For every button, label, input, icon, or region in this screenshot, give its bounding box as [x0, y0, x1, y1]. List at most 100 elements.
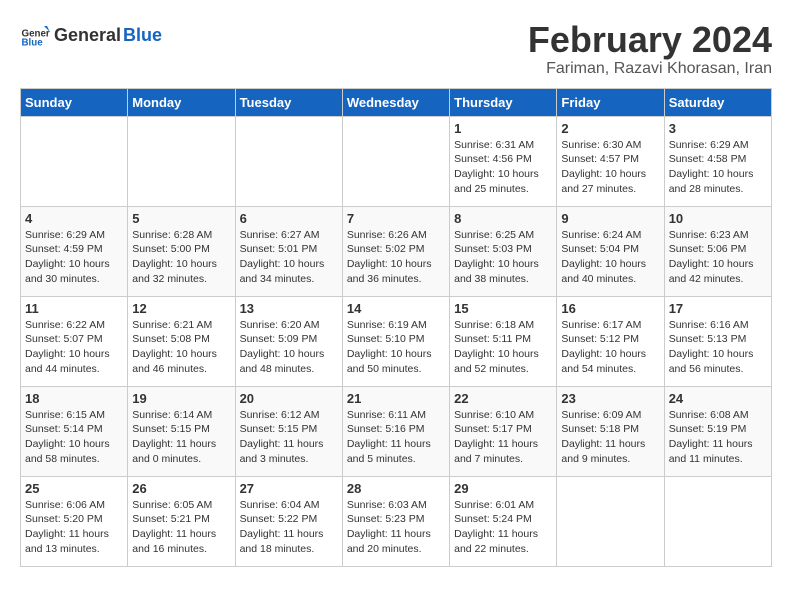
- calendar-cell: [664, 476, 771, 566]
- day-info: Sunrise: 6:21 AM Sunset: 5:08 PM Dayligh…: [132, 318, 230, 377]
- day-number: 27: [240, 481, 338, 496]
- calendar-cell: 16 Sunrise: 6:17 AM Sunset: 5:12 PM Dayli…: [557, 296, 664, 386]
- day-info: Sunrise: 6:27 AM Sunset: 5:01 PM Dayligh…: [240, 228, 338, 287]
- day-info: Sunrise: 6:23 AM Sunset: 5:06 PM Dayligh…: [669, 228, 767, 287]
- calendar-cell: 11 Sunrise: 6:22 AM Sunset: 5:07 PM Dayli…: [21, 296, 128, 386]
- day-info: Sunrise: 6:04 AM Sunset: 5:22 PM Dayligh…: [240, 498, 338, 557]
- day-info: Sunrise: 6:26 AM Sunset: 5:02 PM Dayligh…: [347, 228, 445, 287]
- day-number: 26: [132, 481, 230, 496]
- day-number: 23: [561, 391, 659, 406]
- day-number: 2: [561, 121, 659, 136]
- day-info: Sunrise: 6:24 AM Sunset: 5:04 PM Dayligh…: [561, 228, 659, 287]
- calendar-cell: 21 Sunrise: 6:11 AM Sunset: 5:16 PM Dayli…: [342, 386, 449, 476]
- calendar-cell: 2 Sunrise: 6:30 AM Sunset: 4:57 PM Daylig…: [557, 116, 664, 206]
- day-info: Sunrise: 6:16 AM Sunset: 5:13 PM Dayligh…: [669, 318, 767, 377]
- calendar-cell: 15 Sunrise: 6:18 AM Sunset: 5:11 PM Dayli…: [450, 296, 557, 386]
- header-day-saturday: Saturday: [664, 88, 771, 116]
- day-info: Sunrise: 6:10 AM Sunset: 5:17 PM Dayligh…: [454, 408, 552, 467]
- calendar-cell: [21, 116, 128, 206]
- logo-blue-text: Blue: [123, 25, 162, 46]
- calendar-cell: 20Sunrise: 6:12 AM Sunset: 5:15 PM Dayli…: [235, 386, 342, 476]
- day-number: 16: [561, 301, 659, 316]
- day-number: 18: [25, 391, 123, 406]
- header-day-wednesday: Wednesday: [342, 88, 449, 116]
- calendar-cell: [235, 116, 342, 206]
- calendar-cell: 29 Sunrise: 6:01 AM Sunset: 5:24 PM Dayli…: [450, 476, 557, 566]
- day-number: 22: [454, 391, 552, 406]
- calendar-cell: 24 Sunrise: 6:08 AM Sunset: 5:19 PM Dayli…: [664, 386, 771, 476]
- day-info: Sunrise: 6:11 AM Sunset: 5:16 PM Dayligh…: [347, 408, 445, 467]
- sub-title: Fariman, Razavi Khorasan, Iran: [528, 60, 772, 78]
- calendar-cell: [128, 116, 235, 206]
- day-number: 6: [240, 211, 338, 226]
- day-number: 9: [561, 211, 659, 226]
- week-row-2: 4 Sunrise: 6:29 AM Sunset: 4:59 PM Daylig…: [21, 206, 772, 296]
- day-info: Sunrise: 6:25 AM Sunset: 5:03 PM Dayligh…: [454, 228, 552, 287]
- calendar-cell: 3 Sunrise: 6:29 AM Sunset: 4:58 PM Daylig…: [664, 116, 771, 206]
- day-info: Sunrise: 6:12 AM Sunset: 5:15 PM Dayligh…: [240, 408, 338, 467]
- calendar-cell: 27 Sunrise: 6:04 AM Sunset: 5:22 PM Dayli…: [235, 476, 342, 566]
- day-info: Sunrise: 6:20 AM Sunset: 5:09 PM Dayligh…: [240, 318, 338, 377]
- calendar-cell: 25Sunrise: 6:06 AM Sunset: 5:20 PM Dayli…: [21, 476, 128, 566]
- day-number: 1: [454, 121, 552, 136]
- calendar: SundayMondayTuesdayWednesdayThursdayFrid…: [20, 88, 772, 567]
- day-number: 25: [25, 481, 123, 496]
- day-info: Sunrise: 6:31 AM Sunset: 4:56 PM Dayligh…: [454, 138, 552, 197]
- calendar-cell: 26 Sunrise: 6:05 AM Sunset: 5:21 PM Dayli…: [128, 476, 235, 566]
- calendar-cell: 1 Sunrise: 6:31 AM Sunset: 4:56 PM Daylig…: [450, 116, 557, 206]
- calendar-body: 1 Sunrise: 6:31 AM Sunset: 4:56 PM Daylig…: [21, 116, 772, 566]
- title-area: February 2024 Fariman, Razavi Khorasan, …: [528, 20, 772, 78]
- day-number: 7: [347, 211, 445, 226]
- day-info: Sunrise: 6:03 AM Sunset: 5:23 PM Dayligh…: [347, 498, 445, 557]
- day-number: 3: [669, 121, 767, 136]
- day-info: Sunrise: 6:30 AM Sunset: 4:57 PM Dayligh…: [561, 138, 659, 197]
- day-info: Sunrise: 6:28 AM Sunset: 5:00 PM Dayligh…: [132, 228, 230, 287]
- day-number: 14: [347, 301, 445, 316]
- logo-icon: General Blue: [20, 20, 50, 50]
- day-number: 10: [669, 211, 767, 226]
- svg-text:Blue: Blue: [22, 38, 44, 49]
- day-info: Sunrise: 6:17 AM Sunset: 5:12 PM Dayligh…: [561, 318, 659, 377]
- day-number: 21: [347, 391, 445, 406]
- day-number: 11: [25, 301, 123, 316]
- logo: General Blue General Blue: [20, 20, 162, 50]
- day-number: 29: [454, 481, 552, 496]
- calendar-cell: [342, 116, 449, 206]
- day-number: 4: [25, 211, 123, 226]
- week-row-1: 1 Sunrise: 6:31 AM Sunset: 4:56 PM Daylig…: [21, 116, 772, 206]
- calendar-cell: 8 Sunrise: 6:25 AM Sunset: 5:03 PM Daylig…: [450, 206, 557, 296]
- header-day-tuesday: Tuesday: [235, 88, 342, 116]
- header-day-monday: Monday: [128, 88, 235, 116]
- calendar-cell: 19 Sunrise: 6:14 AM Sunset: 5:15 PM Dayli…: [128, 386, 235, 476]
- day-info: Sunrise: 6:09 AM Sunset: 5:18 PM Dayligh…: [561, 408, 659, 467]
- day-info: Sunrise: 6:01 AM Sunset: 5:24 PM Dayligh…: [454, 498, 552, 557]
- calendar-cell: 17 Sunrise: 6:16 AM Sunset: 5:13 PM Dayli…: [664, 296, 771, 386]
- day-info: Sunrise: 6:14 AM Sunset: 5:15 PM Dayligh…: [132, 408, 230, 467]
- calendar-cell: 9 Sunrise: 6:24 AM Sunset: 5:04 PM Daylig…: [557, 206, 664, 296]
- day-info: Sunrise: 6:29 AM Sunset: 4:58 PM Dayligh…: [669, 138, 767, 197]
- header-day-sunday: Sunday: [21, 88, 128, 116]
- header: General Blue General Blue February 2024 …: [20, 20, 772, 78]
- day-number: 15: [454, 301, 552, 316]
- calendar-cell: 12Sunrise: 6:21 AM Sunset: 5:08 PM Dayli…: [128, 296, 235, 386]
- calendar-cell: 6 Sunrise: 6:27 AM Sunset: 5:01 PM Daylig…: [235, 206, 342, 296]
- day-info: Sunrise: 6:05 AM Sunset: 5:21 PM Dayligh…: [132, 498, 230, 557]
- week-row-5: 25Sunrise: 6:06 AM Sunset: 5:20 PM Dayli…: [21, 476, 772, 566]
- day-number: 17: [669, 301, 767, 316]
- day-info: Sunrise: 6:08 AM Sunset: 5:19 PM Dayligh…: [669, 408, 767, 467]
- calendar-cell: 7 Sunrise: 6:26 AM Sunset: 5:02 PM Daylig…: [342, 206, 449, 296]
- day-number: 24: [669, 391, 767, 406]
- week-row-4: 18Sunrise: 6:15 AM Sunset: 5:14 PM Dayli…: [21, 386, 772, 476]
- calendar-cell: 13Sunrise: 6:20 AM Sunset: 5:09 PM Dayli…: [235, 296, 342, 386]
- day-info: Sunrise: 6:22 AM Sunset: 5:07 PM Dayligh…: [25, 318, 123, 377]
- day-number: 28: [347, 481, 445, 496]
- day-info: Sunrise: 6:29 AM Sunset: 4:59 PM Dayligh…: [25, 228, 123, 287]
- header-day-thursday: Thursday: [450, 88, 557, 116]
- day-info: Sunrise: 6:18 AM Sunset: 5:11 PM Dayligh…: [454, 318, 552, 377]
- logo-general-text: General: [54, 25, 121, 46]
- calendar-cell: 10 Sunrise: 6:23 AM Sunset: 5:06 PM Dayli…: [664, 206, 771, 296]
- calendar-cell: 14Sunrise: 6:19 AM Sunset: 5:10 PM Dayli…: [342, 296, 449, 386]
- day-number: 8: [454, 211, 552, 226]
- calendar-cell: 18Sunrise: 6:15 AM Sunset: 5:14 PM Dayli…: [21, 386, 128, 476]
- day-number: 19: [132, 391, 230, 406]
